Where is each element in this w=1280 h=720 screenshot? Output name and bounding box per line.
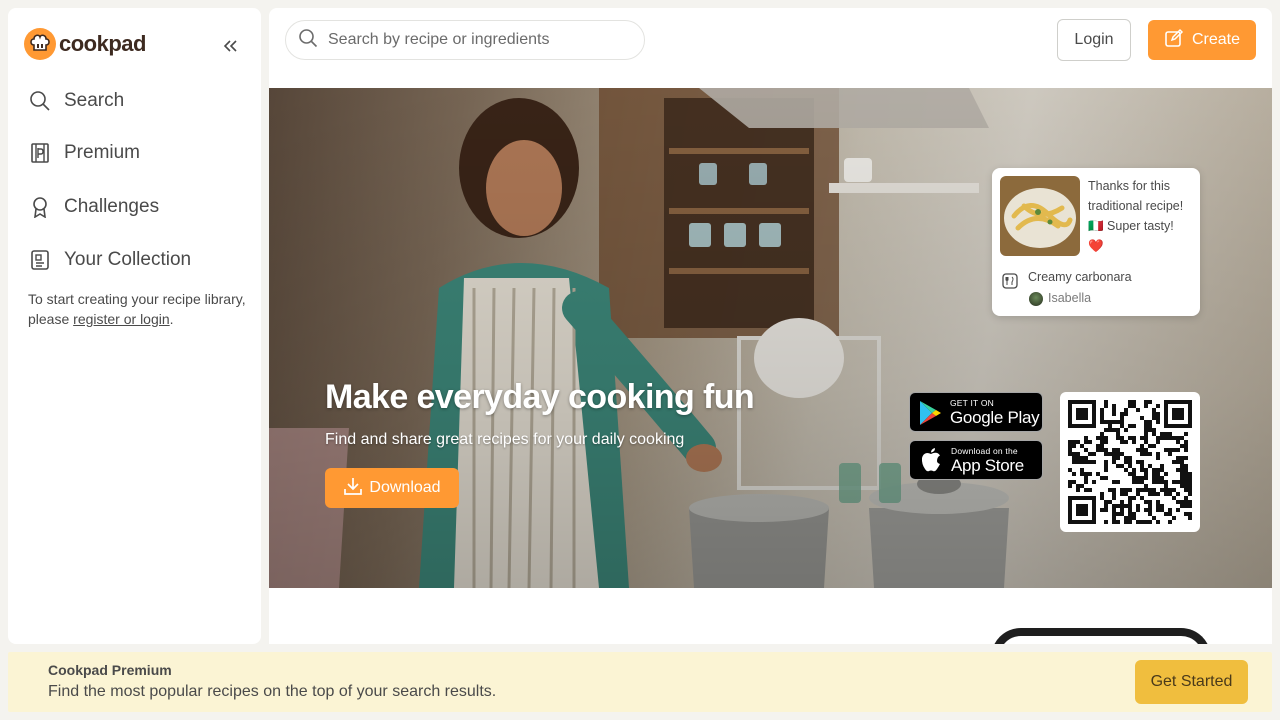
download-icon: [343, 476, 363, 501]
sidebar-item-premium[interactable]: Premium: [28, 136, 140, 170]
google-badge-small-text: GET IT ON: [950, 398, 994, 408]
hero-banner: Make everyday cooking fun Find and share…: [269, 88, 1272, 588]
qr-code-image: [1068, 400, 1192, 524]
hero-title: Make everyday cooking fun: [325, 378, 755, 416]
sidebar-item-label: Search: [64, 90, 125, 111]
chef-hat-logo-icon: [24, 28, 56, 60]
review-author: Isabella: [1048, 291, 1092, 305]
create-button-label: Create: [1191, 31, 1241, 48]
sidebar-item-challenges[interactable]: Challenges: [28, 190, 159, 224]
hero-subtitle: Find and share great recipes for your da…: [325, 431, 685, 448]
review-text: Thanks for this traditional recipe! 🇮🇹 S…: [1088, 179, 1184, 253]
google-play-badge[interactable]: GET IT ON Google Play: [909, 392, 1043, 432]
cookpad-logo[interactable]: cookpad: [24, 28, 146, 60]
create-button[interactable]: Create: [1148, 20, 1256, 60]
review-recipe-title: Creamy carbonara: [1028, 270, 1132, 284]
phone-mockup: [991, 628, 1211, 644]
collection-icon: [28, 248, 52, 272]
register-login-link[interactable]: register or login: [73, 311, 170, 327]
recipe-card-icon: [1002, 273, 1018, 294]
download-button[interactable]: Download: [325, 468, 459, 508]
carbonara-photo: [1000, 176, 1080, 256]
get-started-button[interactable]: Get Started: [1135, 660, 1248, 704]
sidebar-item-label: Premium: [64, 142, 141, 163]
apple-badge-big-text: App Store: [951, 456, 1024, 475]
sidebar-item-collection[interactable]: Your Collection: [28, 243, 191, 277]
challenge-badge-icon: [28, 195, 52, 219]
google-play-icon: [918, 400, 942, 431]
app-store-badge[interactable]: Download on the App Store: [909, 440, 1043, 480]
search-input[interactable]: [328, 31, 628, 49]
main-content: Login Create: [269, 8, 1272, 644]
sidebar: cookpad Search Premium Challenges Your C…: [8, 8, 261, 644]
apple-icon: [920, 447, 942, 478]
author-avatar: [1029, 292, 1043, 306]
premium-icon: [28, 141, 52, 165]
sidebar-item-label: Your Collection: [64, 249, 192, 270]
premium-banner-title: Cookpad Premium: [48, 662, 172, 678]
search-bar[interactable]: [285, 20, 645, 60]
logo-wordmark: cookpad: [59, 31, 146, 56]
sidebar-item-search[interactable]: Search: [28, 84, 124, 118]
create-recipe-icon: [1164, 28, 1184, 53]
google-badge-big-text: Google Play: [950, 408, 1040, 427]
apple-badge-small-text: Download on the: [951, 446, 1018, 456]
collapse-sidebar-button[interactable]: [218, 34, 242, 58]
download-button-label: Download: [369, 479, 441, 496]
collection-note-suffix: .: [169, 311, 174, 327]
premium-banner: Cookpad Premium Find the most popular re…: [8, 652, 1272, 712]
search-icon: [298, 28, 318, 53]
search-icon: [28, 89, 52, 113]
login-button[interactable]: Login: [1057, 19, 1131, 61]
premium-banner-description: Find the most popular recipes on the top…: [48, 683, 497, 700]
double-chevron-left-icon: [223, 40, 237, 52]
sidebar-item-label: Challenges: [64, 196, 160, 217]
qr-code: [1060, 392, 1200, 532]
recipe-review-card[interactable]: Thanks for this traditional recipe! 🇮🇹 S…: [992, 168, 1200, 316]
collection-login-note: To start creating your recipe library, p…: [28, 289, 248, 329]
